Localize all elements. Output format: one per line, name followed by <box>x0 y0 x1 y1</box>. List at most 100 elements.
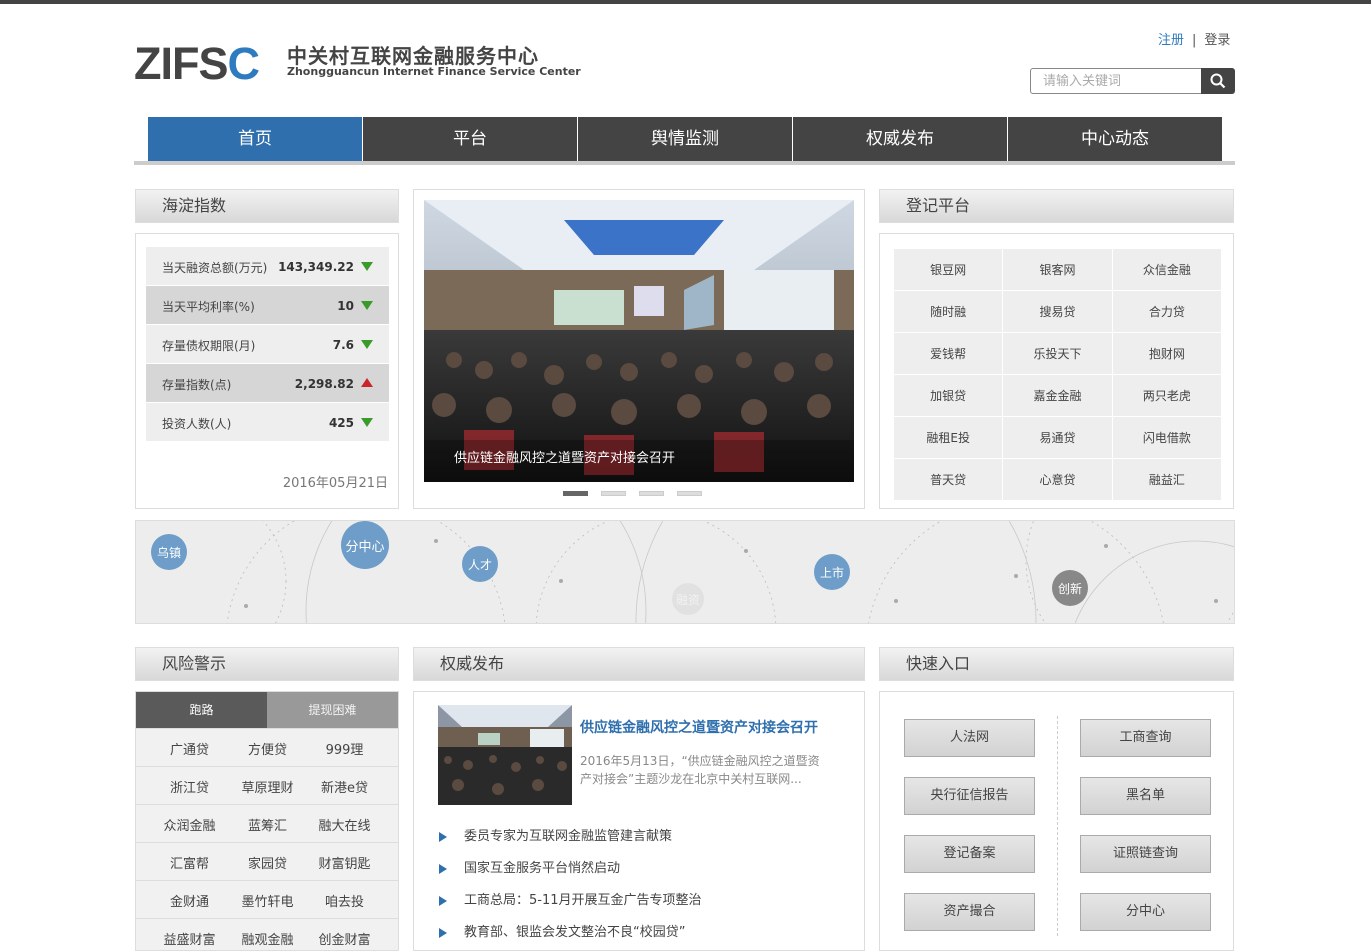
news-list: 委员专家为互联网金融监管建言献策 国家互金服务平台悄然启动 工商总局：5-11月… <box>438 826 702 950</box>
search-input[interactable] <box>1030 68 1202 94</box>
search-button[interactable] <box>1201 68 1235 94</box>
risk-platform[interactable]: 新港e贷 <box>301 777 388 796</box>
top-border <box>0 0 1371 4</box>
news-item[interactable]: 教育部、银监会发文整治不良“校园贷” <box>438 922 702 950</box>
feature-photo <box>438 705 572 805</box>
risk-platform[interactable]: 墨竹轩电 <box>224 891 311 910</box>
carousel-slide[interactable]: 供应链金融风控之道暨资产对接会召开 <box>424 200 854 482</box>
risk-panel: 跑路 提现困难 广通贷 方便贷 999理 浙江贷 草原理财 新港e贷 众润金融 蓝筹汇 融大… <box>135 691 399 951</box>
risk-platform[interactable]: 融观金融 <box>224 929 311 948</box>
risk-platform[interactable]: 广通贷 <box>146 739 233 758</box>
platform-link[interactable]: 嘉金金融 <box>1002 374 1113 417</box>
platform-link[interactable]: 银豆网 <box>892 248 1004 291</box>
feature-title[interactable]: 供应链金融风控之道暨资产对接会召开 <box>580 717 818 737</box>
nav-item-opinion[interactable]: 舆情监测 <box>578 117 792 161</box>
tab-withdraw-difficulty[interactable]: 提现困难 <box>267 692 398 728</box>
risk-platform[interactable]: 益盛财富 <box>146 929 233 948</box>
platform-link[interactable]: 乐投天下 <box>1002 332 1113 375</box>
risk-platform[interactable]: 众润金融 <box>146 815 233 834</box>
quick-divider <box>1057 716 1058 936</box>
risk-platform[interactable]: 创金财富 <box>301 929 388 948</box>
news-item[interactable]: 国家互金服务平台悄然启动 <box>438 858 702 890</box>
bubble-branch[interactable]: 分中心 <box>341 521 389 569</box>
authority-title: 权威发布 <box>413 647 865 681</box>
risk-platform[interactable]: 金财通 <box>146 891 233 910</box>
auth-links: 注册 | 登录 <box>1158 29 1230 48</box>
quick-entry-panel: 人法网 央行征信报告 登记备案 资产撮合 工商查询 黑名单 证照链查询 分中心 <box>879 691 1234 951</box>
platform-link[interactable]: 爱钱帮 <box>892 332 1004 375</box>
register-link[interactable]: 注册 <box>1158 33 1184 48</box>
main-nav: 首页 平台 舆情监测 权威发布 中心动态 <box>134 117 1235 165</box>
platform-link[interactable]: 加银贷 <box>892 374 1004 417</box>
platform-link[interactable]: 众信金融 <box>1111 248 1223 291</box>
news-item[interactable]: 委员专家为互联网金融监管建言献策 <box>438 826 702 858</box>
risk-platform[interactable]: 财富钥匙 <box>301 853 388 872</box>
registry-grid: 银豆网 银客网 众信金融 随时融 搜易贷 合力贷 爱钱帮 乐投天下 抱财网 加银贷 嘉金金融两… <box>892 248 1223 501</box>
platform-link[interactable]: 融益汇 <box>1111 458 1223 501</box>
index-label: 当天融资总额(万元) <box>162 261 268 275</box>
risk-row: 广通贷 方便贷 999理 <box>136 728 398 767</box>
haidian-index-title: 海淀指数 <box>135 189 399 223</box>
index-row: 当天平均利率(%) 10 <box>146 286 389 324</box>
platform-link[interactable]: 抱财网 <box>1111 332 1223 375</box>
trend-down-icon <box>361 301 373 310</box>
carousel-dot[interactable] <box>601 491 626 496</box>
carousel-dot[interactable] <box>677 491 702 496</box>
bubble-innovation[interactable]: 创新 <box>1052 570 1088 606</box>
quick-link-court[interactable]: 人法网 <box>904 719 1035 757</box>
risk-platform[interactable]: 999理 <box>301 739 388 758</box>
logo-mark: ZIFSC <box>134 38 260 89</box>
risk-platform[interactable]: 草原理财 <box>224 777 311 796</box>
logo-name-en: Zhongguancun Internet Finance Service Ce… <box>287 65 581 78</box>
tab-runaway[interactable]: 跑路 <box>136 692 267 728</box>
authority-panel: 供应链金融风控之道暨资产对接会召开 2016年5月13日，“供应链金融风控之道暨… <box>413 691 865 951</box>
feature-thumbnail[interactable] <box>438 705 572 805</box>
feature-summary: 2016年5月13日，“供应链金融风控之道暨资产对接会”主题沙龙在北京中关村互联… <box>580 754 820 786</box>
quick-link-registration[interactable]: 登记备案 <box>904 835 1035 873</box>
risk-platform[interactable]: 方便贷 <box>224 739 311 758</box>
carousel-indicators <box>563 491 715 510</box>
index-row: 存量债权期限(月) 7.6 <box>146 325 389 363</box>
quick-link-license-query[interactable]: 证照链查询 <box>1080 835 1211 873</box>
bubble-financing[interactable]: 融资 <box>672 583 704 615</box>
quick-link-credit-report[interactable]: 央行征信报告 <box>904 777 1035 815</box>
haidian-index-panel: 当天融资总额(万元) 143,349.22 当天平均利率(%) 10 存量债权期… <box>135 233 399 509</box>
platform-link[interactable]: 搜易贷 <box>1002 290 1113 333</box>
quick-link-business-query[interactable]: 工商查询 <box>1080 719 1211 757</box>
carousel-dot[interactable] <box>639 491 664 496</box>
nav-item-authority[interactable]: 权威发布 <box>793 117 1007 161</box>
risk-platform[interactable]: 汇富帮 <box>146 853 233 872</box>
platform-link[interactable]: 两只老虎 <box>1111 374 1223 417</box>
risk-platform[interactable]: 家园贷 <box>224 853 311 872</box>
site-logo[interactable]: ZIFSC 中关村互联网金融服务中心 Zhongguancun Internet… <box>134 36 581 89</box>
trend-down-icon <box>361 340 373 349</box>
quick-link-asset-matching[interactable]: 资产撮合 <box>904 893 1035 931</box>
platform-link[interactable]: 易通贷 <box>1002 416 1113 459</box>
index-value: 2,298.82 <box>294 377 354 391</box>
quick-link-blacklist[interactable]: 黑名单 <box>1080 777 1211 815</box>
risk-platform[interactable]: 融大在线 <box>301 815 388 834</box>
registry-title: 登记平台 <box>879 189 1234 223</box>
login-link[interactable]: 登录 <box>1204 33 1230 48</box>
bubble-talent[interactable]: 人才 <box>462 546 498 582</box>
nav-item-home[interactable]: 首页 <box>148 117 362 161</box>
nav-item-platform[interactable]: 平台 <box>363 117 577 161</box>
risk-platform[interactable]: 蓝筹汇 <box>224 815 311 834</box>
auth-separator: | <box>1192 33 1197 48</box>
risk-row: 益盛财富 融观金融 创金财富 <box>136 918 398 950</box>
platform-link[interactable]: 随时融 <box>892 290 1004 333</box>
platform-link[interactable]: 银客网 <box>1002 248 1113 291</box>
quick-link-branch[interactable]: 分中心 <box>1080 893 1211 931</box>
risk-platform[interactable]: 浙江贷 <box>146 777 233 796</box>
platform-link[interactable]: 闪电借款 <box>1111 416 1223 459</box>
nav-item-news[interactable]: 中心动态 <box>1008 117 1222 161</box>
platform-link[interactable]: 融租E投 <box>892 416 1004 459</box>
platform-link[interactable]: 心意贷 <box>1002 458 1113 501</box>
platform-link[interactable]: 普天贷 <box>892 458 1004 501</box>
carousel-dot[interactable] <box>563 491 588 496</box>
news-item[interactable]: 工商总局：5-11月开展互金广告专项整治 <box>438 890 702 922</box>
risk-platform[interactable]: 咱去投 <box>301 891 388 910</box>
bubble-listing[interactable]: 上市 <box>814 554 850 590</box>
bubble-wuzhen[interactable]: 乌镇 <box>151 534 187 570</box>
platform-link[interactable]: 合力贷 <box>1111 290 1223 333</box>
